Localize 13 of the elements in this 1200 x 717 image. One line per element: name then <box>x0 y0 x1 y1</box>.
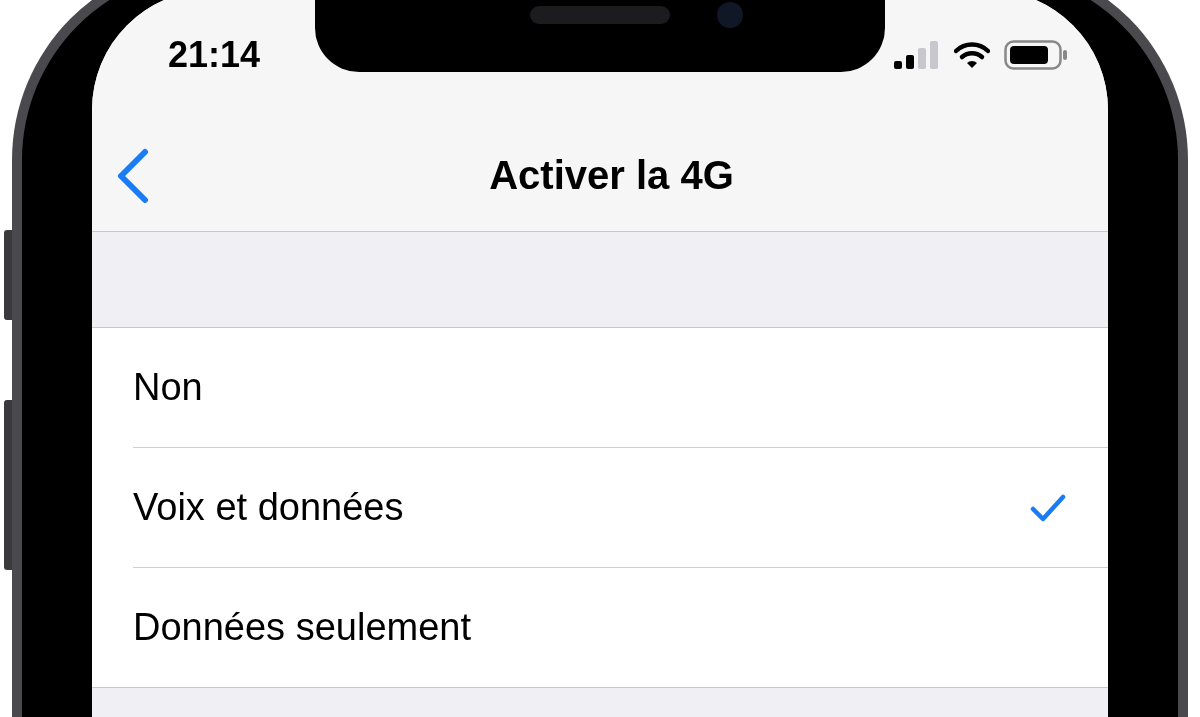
option-label: Données seulement <box>133 606 472 649</box>
back-chevron-icon[interactable] <box>115 147 149 204</box>
battery-icon <box>1004 40 1068 70</box>
option-label: Non <box>133 366 204 409</box>
option-row[interactable]: Données seulement <box>133 567 1108 687</box>
camera-lens <box>717 2 743 28</box>
signal-icon <box>894 41 940 69</box>
nav-title: Activer la 4G <box>489 153 734 198</box>
status-time: 21:14 <box>168 34 262 76</box>
option-label: Voix et données <box>133 486 405 529</box>
wifi-icon <box>954 41 990 69</box>
option-row[interactable]: Voix et données <box>133 447 1108 567</box>
option-row[interactable]: Non <box>133 328 1108 447</box>
